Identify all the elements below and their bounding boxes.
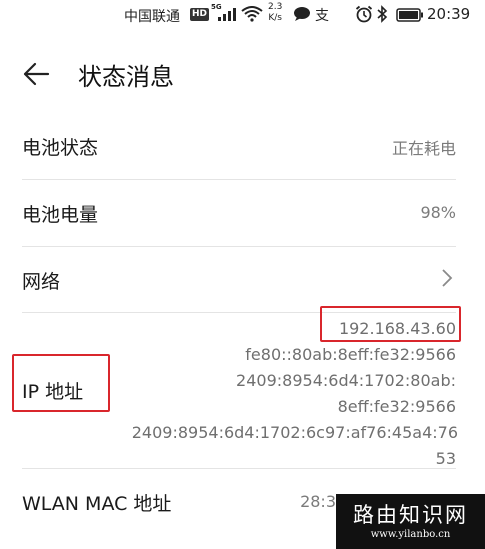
battery-level-value: 98% [420, 203, 456, 222]
battery-icon [396, 8, 424, 26]
battery-status-row: 电池状态 正在耗电 [22, 112, 456, 180]
ipv4-highlight-box [320, 306, 461, 342]
battery-level-label: 电池电量 [22, 204, 99, 226]
hd-badge: HD [190, 8, 210, 21]
wlan-mac-value: 28:3 [300, 492, 336, 511]
ipv6-link-local: fe80::80ab:8eff:fe32:9566 [245, 345, 456, 364]
speed-value: 2.3 [268, 2, 283, 12]
message-icon [293, 6, 311, 26]
ipv6-address-1a: 2409:8954:6d4:1702:80ab: [236, 371, 456, 390]
wifi-icon [241, 6, 263, 26]
battery-status-value: 正在耗电 [391, 139, 456, 158]
back-arrow-icon[interactable] [22, 60, 50, 88]
speed-unit: K/s [268, 13, 282, 23]
wlan-mac-label: WLAN MAC 地址 [22, 493, 172, 515]
watermark-title: 路由知识网 [353, 503, 468, 527]
network-row[interactable]: 网络 [22, 246, 456, 313]
page-title: 状态消息 [78, 63, 174, 91]
signal-icon [217, 7, 237, 25]
status-bar: 中国联通 HD 5G 2.3 K/s 支 20:39 [0, 0, 485, 30]
alipay-icon: 支 [315, 8, 329, 24]
network-speed: 2.3 K/s [268, 2, 282, 24]
ipv6-address-1b: 8eff:fe32:9566 [337, 397, 456, 416]
site-watermark: 路由知识网 www.yilanbo.cn [336, 494, 485, 549]
battery-level-row: 电池电量 98% [22, 179, 456, 247]
ipv6-address-2a: 2409:8954:6d4:1702:6c97:af76:45a4:76 [131, 423, 458, 442]
watermark-url: www.yilanbo.cn [370, 529, 451, 540]
battery-status-label: 电池状态 [22, 137, 99, 159]
clock-time: 20:39 [427, 5, 471, 23]
chevron-right-icon [440, 268, 454, 288]
alarm-icon [355, 5, 373, 27]
ip-label-highlight-box [12, 354, 110, 412]
network-label: 网络 [22, 271, 61, 293]
bluetooth-icon [376, 5, 388, 27]
page-header: 状态消息 [0, 40, 485, 110]
carrier-label: 中国联通 [124, 9, 180, 25]
